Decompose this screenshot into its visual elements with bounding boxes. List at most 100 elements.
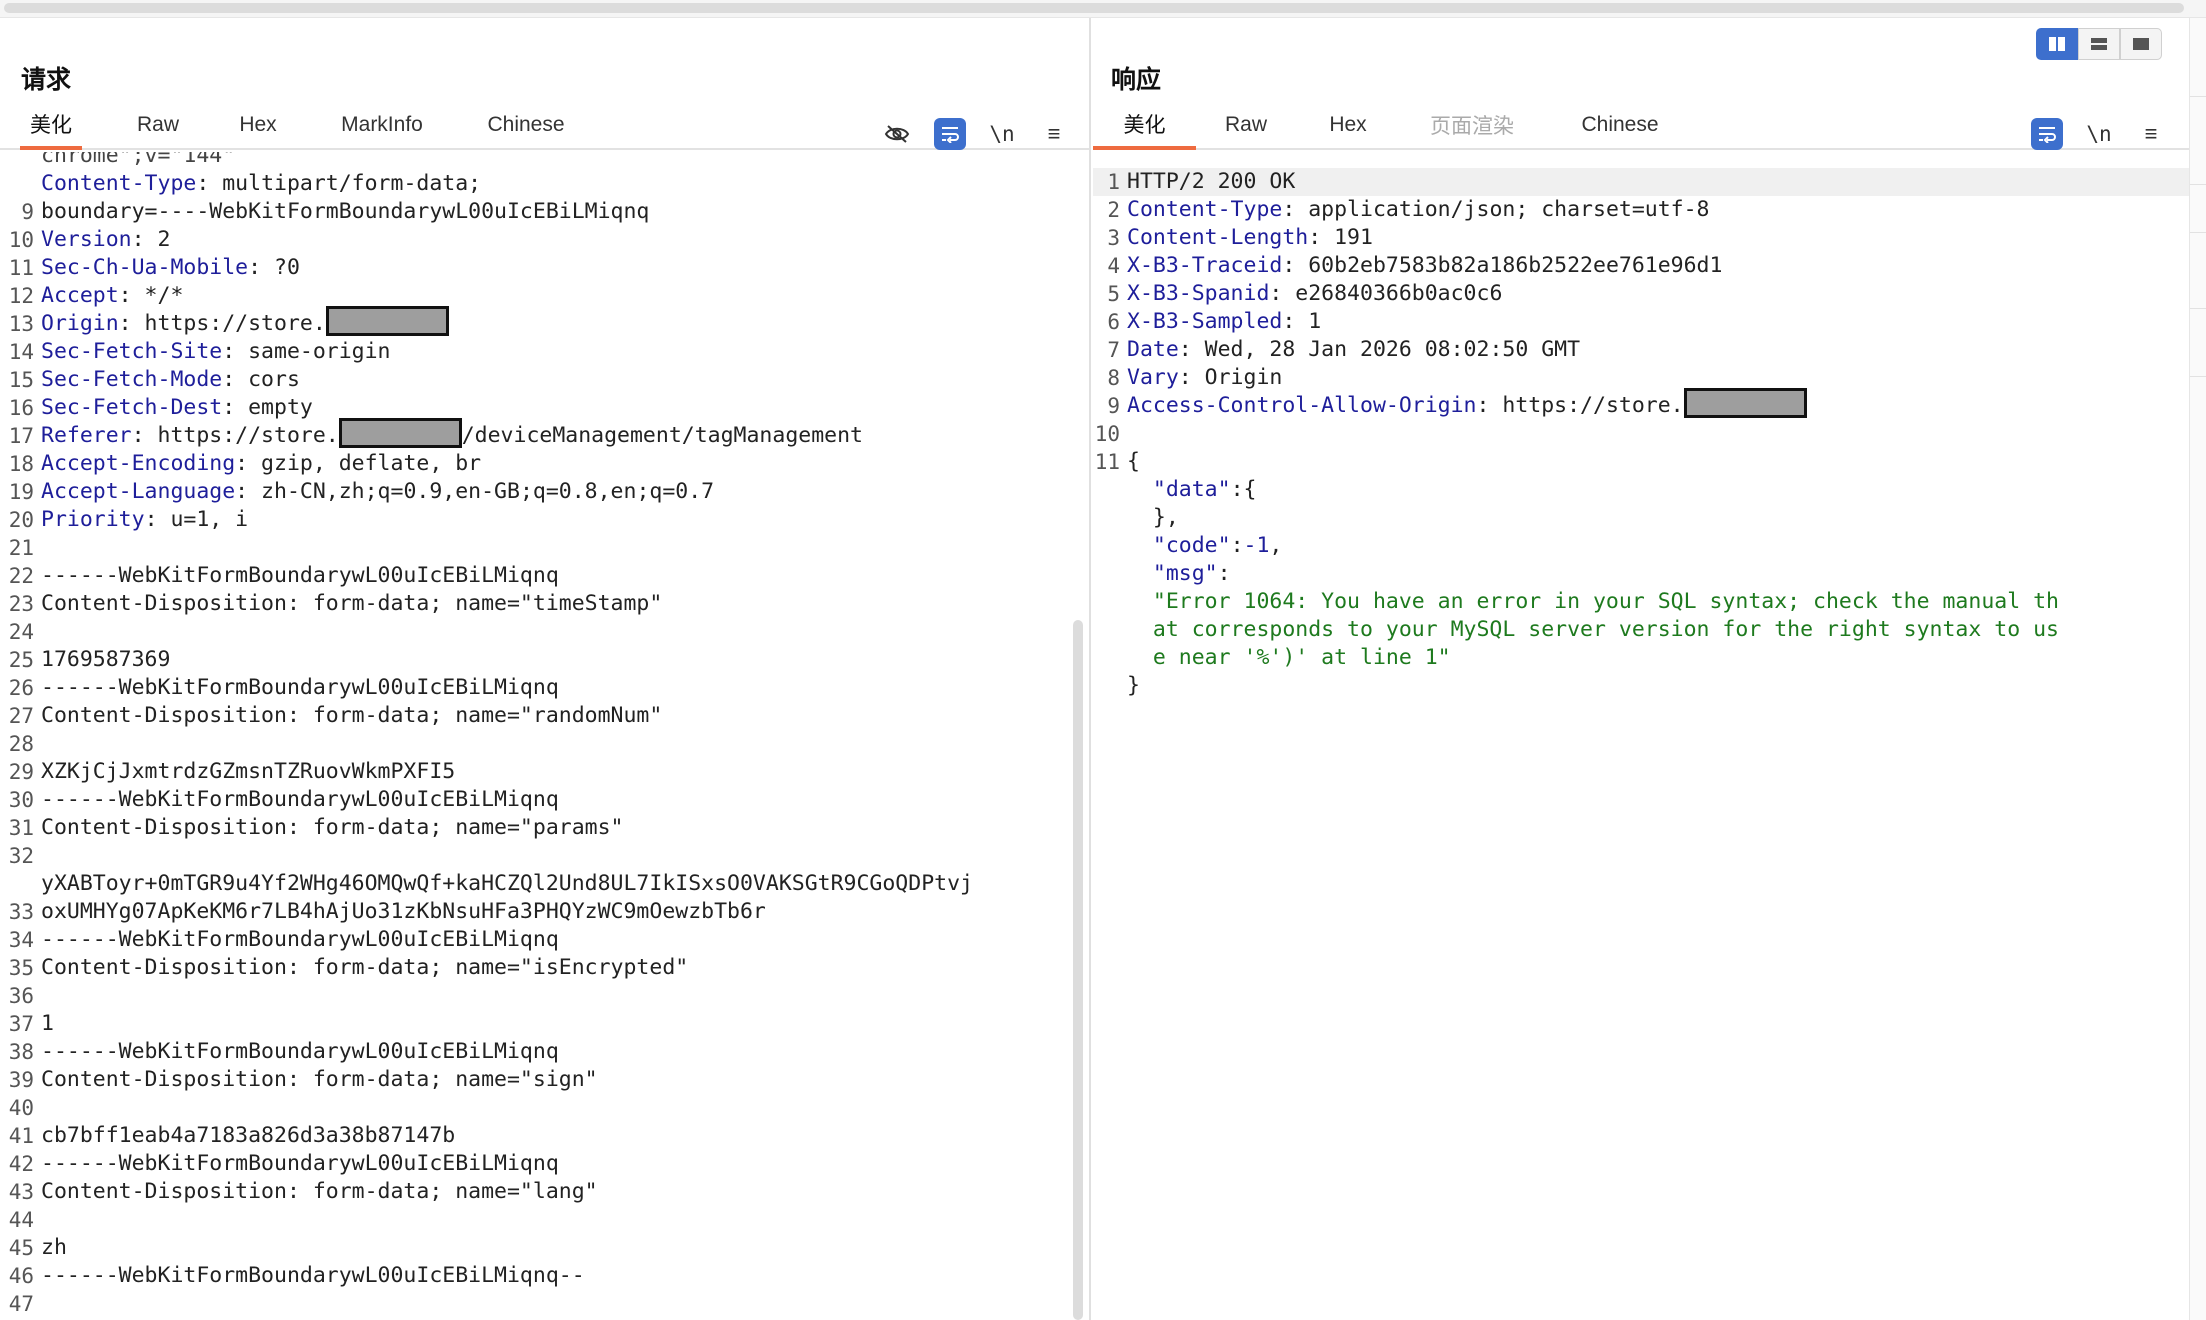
code-line: 10: [1093, 420, 2189, 448]
request-tab-chinese[interactable]: Chinese: [482, 102, 570, 148]
line-number: 15: [8, 368, 34, 392]
line-content: Vary: Origin: [1127, 364, 1282, 392]
code-line: 7 Date: Wed, 28 Jan 2026 08:02:50 GMT: [1093, 336, 2189, 364]
request-editor[interactable]: chrome";v="144" Content-Type: multipart/f…: [0, 152, 1089, 1320]
code-line: 8 Vary: Origin: [1093, 364, 2189, 392]
line-content: XZKjCjJxmtrdzGZmsnTZRuovWkmPXFI5: [41, 759, 456, 784]
line-content: ------WebKitFormBoundarywL00uIcEBiLMiqnq: [41, 563, 559, 588]
line-number: 5: [1107, 282, 1120, 306]
response-tab-render: 页面渲染: [1430, 115, 1514, 138]
line-content: Sec-Fetch-Dest: empty: [41, 394, 313, 422]
line-number: 1: [1107, 170, 1120, 194]
response-editor[interactable]: 1 HTTP/2 200 OK 2 Content-Type: application…: [1093, 152, 2189, 1320]
code-line: "Error 1064: You have an error in your S…: [1093, 588, 2189, 616]
line-content: },: [1127, 504, 1179, 532]
line-content: {: [1127, 449, 1140, 474]
eye-off-icon[interactable]: [881, 118, 913, 150]
request-tab-markinfo[interactable]: MarkInfo: [332, 102, 432, 148]
line-content: 1769587369: [41, 647, 171, 672]
line-number: 21: [8, 536, 34, 560]
line-number: 20: [8, 508, 34, 532]
wrap-icon[interactable]: [934, 118, 966, 150]
line-number: 43: [8, 1180, 34, 1204]
newline-toggle[interactable]: \n: [2083, 118, 2115, 150]
line-number: 13: [8, 312, 34, 336]
line-number: 24: [8, 620, 34, 644]
code-line: "code":-1,: [1093, 532, 2189, 560]
line-number: 44: [8, 1208, 34, 1232]
line-number: 29: [8, 760, 34, 784]
line-content: ------WebKitFormBoundarywL00uIcEBiLMiqnq: [41, 675, 559, 700]
response-tab-raw[interactable]: Raw: [1216, 102, 1276, 148]
line-number: 9: [1107, 394, 1120, 418]
line-content: Priority: u=1, i: [41, 506, 248, 534]
response-tab-chinese[interactable]: Chinese: [1576, 102, 1664, 148]
code-line: },: [1093, 504, 2189, 532]
json-key: "msg": [1152, 561, 1218, 586]
json-punct: :: [1217, 561, 1231, 586]
line-content: ------WebKitFormBoundarywL00uIcEBiLMiqnq: [41, 787, 559, 812]
request-pane: 请求 美化 Raw Hex MarkInfo Chinese \n ≡ chro…: [0, 18, 1091, 1320]
header-value: : Wed, 28 Jan 2026 08:02:50 GMT: [1178, 337, 1581, 362]
line-number: 34: [8, 928, 34, 952]
code-line: 10 Version: 2: [0, 226, 1089, 254]
code-line: 27 Content-Disposition: form-data; name="…: [0, 702, 1089, 730]
response-tab-beautify[interactable]: 美化: [1093, 102, 1196, 150]
code-line: 29 XZKjCjJxmtrdzGZmsnTZRuovWkmPXFI5: [0, 758, 1089, 786]
header-value: : 191: [1308, 225, 1373, 250]
header-name: Access-Control-Allow-Origin: [1127, 393, 1477, 418]
code-line: 36: [0, 982, 1089, 1010]
line-number: 10: [8, 228, 34, 252]
top-scrollbar[interactable]: [0, 0, 2206, 18]
code-line: 32: [0, 842, 1089, 870]
code-line: 5 X-B3-Spanid: e26840366b0ac0c6: [1093, 280, 2189, 308]
line-content: zh: [41, 1235, 67, 1260]
line-number: 38: [8, 1040, 34, 1064]
line-number: 26: [8, 676, 34, 700]
newline-toggle[interactable]: \n: [986, 118, 1018, 150]
header-value: : ?0: [248, 255, 300, 280]
request-tab-beautify[interactable]: 美化: [20, 102, 82, 150]
header-name: Version: [41, 227, 132, 252]
line-content: X-B3-Traceid: 60b2eb7583b82a186b2522ee76…: [1127, 252, 1722, 280]
header-value: : 60b2eb7583b82a186b2522ee761e96d1: [1282, 253, 1723, 278]
line-number: 35: [8, 956, 34, 980]
code-line: 25 1769587369: [0, 646, 1089, 674]
line-content: Sec-Ch-Ua-Mobile: ?0: [41, 254, 300, 282]
header-name: Content-Length: [1127, 225, 1309, 250]
wrap-icon[interactable]: [2031, 118, 2063, 150]
top-scrollbar-thumb[interactable]: [4, 3, 2184, 13]
line-content: oxUMHYg07ApKeKM6r7LB4hAjUo31zKbNsuHFa3PH…: [41, 899, 766, 924]
line-content: Sec-Fetch-Mode: cors: [41, 366, 300, 394]
header-value: : gzip, deflate, br: [235, 451, 482, 476]
line-number: 9: [21, 200, 34, 224]
line-content: ------WebKitFormBoundarywL00uIcEBiLMiqnq: [41, 1039, 559, 1064]
header-name: Date: [1127, 337, 1179, 362]
header-value: : cors: [222, 367, 300, 392]
line-number: 7: [1107, 338, 1120, 362]
request-vertical-scrollbar[interactable]: [1073, 620, 1083, 1320]
json-key: "data": [1152, 477, 1231, 502]
header-name: Referer: [41, 423, 132, 448]
header-name: Sec-Fetch-Mode: [41, 367, 223, 392]
code-line: 34 ------WebKitFormBoundarywL00uIcEBiLMiq…: [0, 926, 1089, 954]
request-tab-raw[interactable]: Raw: [128, 102, 188, 148]
code-line: 26 ------WebKitFormBoundarywL00uIcEBiLMiq…: [0, 674, 1089, 702]
menu-icon[interactable]: ≡: [2135, 118, 2167, 150]
line-number: 2: [1107, 198, 1120, 222]
line-content: "data":{: [1127, 476, 1257, 504]
menu-icon[interactable]: ≡: [1038, 118, 1070, 150]
code-line: Content-Type: multipart/form-data;: [0, 170, 1089, 198]
line-content: HTTP/2 200 OK: [1127, 169, 1296, 194]
line-number: 10: [1094, 422, 1120, 446]
line-number: 14: [8, 340, 34, 364]
redacted-block: [325, 306, 449, 336]
request-tab-hex[interactable]: Hex: [230, 102, 286, 148]
code-line: 20 Priority: u=1, i: [0, 506, 1089, 534]
response-tab-hex[interactable]: Hex: [1320, 102, 1376, 148]
code-line: 11 Sec-Ch-Ua-Mobile: ?0: [0, 254, 1089, 282]
line-content: 1: [41, 1011, 54, 1036]
